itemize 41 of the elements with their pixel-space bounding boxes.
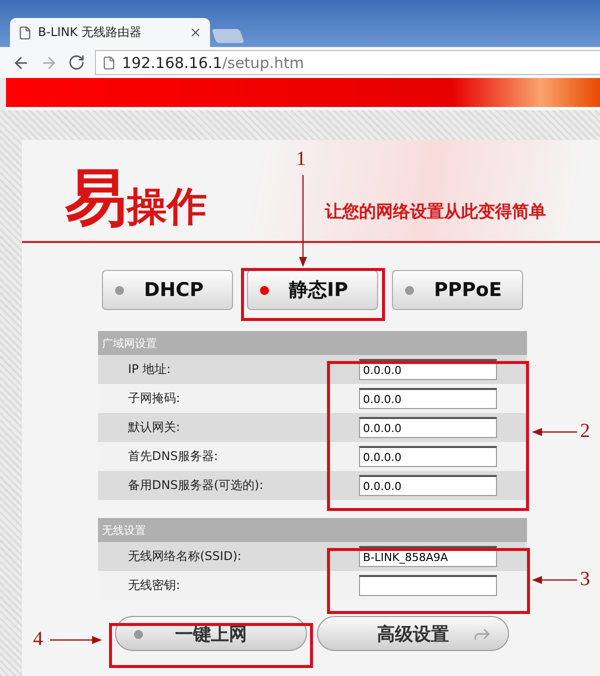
logo: 易操作 [65,167,207,229]
dot-icon [134,630,143,639]
field-label: 子网掩码: [128,390,180,407]
action-button[interactable]: 一键上网 [115,616,307,651]
url-host: 192.168.16.1 [122,54,222,72]
page-icon [102,56,116,70]
radio-dot-icon [260,286,269,294]
field-label: IP 地址: [128,361,171,378]
url-path: /setup.htm [222,54,304,72]
field-label: 备用DNS服务器(可选的): [128,477,264,494]
field-label: 无线密钥: [128,577,180,594]
arrow [50,636,102,644]
section-header: 无线设置 [98,518,527,542]
radio-dot-icon [115,286,124,294]
field-label: 首先DNS服务器: [128,448,218,465]
field-label: 无线网络名称(SSID): [128,548,242,565]
input-field[interactable]: 0.0.0.0 [359,388,497,409]
slogan: 让您的网络设置从此变得简单 [325,201,546,223]
input-field[interactable]: 0.0.0.0 [359,446,497,467]
annotation-number: 3 [580,568,590,591]
arrow [532,428,577,436]
input-field[interactable] [359,575,497,596]
annotation-number: 4 [33,628,43,651]
field-label: 默认网关: [128,419,180,436]
page-icon [18,26,32,40]
address-bar[interactable]: 192.168.16.1/setup.htm [95,50,600,75]
annotation-number: 1 [296,148,306,171]
radio-dot-icon [405,286,414,294]
action-button[interactable]: 高级设置 [317,616,509,651]
input-field[interactable]: 0.0.0.0 [359,475,497,496]
tab-title: B-LINK 无线路由器 [38,24,142,41]
mode-button[interactable]: 静态IP [247,270,378,310]
input-field[interactable]: 0.0.0.0 [359,417,497,438]
reload-icon[interactable] [68,54,85,71]
mode-button[interactable]: PPPoE [392,270,523,310]
arrow [532,576,577,584]
section-header: 广域网设置 [98,331,527,355]
browser-tab[interactable]: B-LINK 无线路由器 [10,18,210,47]
mode-button[interactable]: DHCP [102,270,233,310]
annotation-number: 2 [580,420,590,443]
close-icon[interactable] [189,26,202,39]
